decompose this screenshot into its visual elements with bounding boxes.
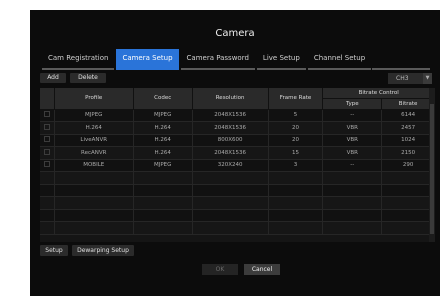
table-row[interactable]: LiveANVR H.264 800X600 20 VBR 1024 bbox=[40, 134, 435, 147]
header-type: Type bbox=[322, 98, 383, 110]
add-button[interactable]: Add bbox=[40, 73, 66, 83]
cell-frame-rate[interactable]: 20 bbox=[268, 121, 324, 135]
tab-bar: Cam Registration Camera Setup Camera Pas… bbox=[42, 49, 373, 70]
cell-codec[interactable]: H.264 bbox=[133, 121, 193, 135]
tab-camera-password[interactable]: Camera Password bbox=[180, 49, 255, 70]
setup-button[interactable]: Setup bbox=[40, 245, 68, 256]
ok-button[interactable]: OK bbox=[202, 264, 238, 275]
cell-codec[interactable]: MJPEG bbox=[133, 159, 193, 172]
header-bitrate: Bitrate bbox=[381, 98, 435, 110]
empty-row bbox=[40, 221, 435, 235]
cell-profile[interactable]: RecANVR bbox=[54, 146, 134, 160]
cell-profile[interactable]: H.264 bbox=[54, 121, 134, 135]
channel-select-value: CH3 bbox=[396, 75, 409, 82]
cell-codec[interactable]: H.264 bbox=[133, 134, 193, 147]
cell-frame-rate[interactable]: 5 bbox=[268, 109, 324, 122]
dewarping-setup-button[interactable]: Dewarping Setup bbox=[72, 245, 134, 256]
tab-cam-registration[interactable]: Cam Registration bbox=[42, 49, 115, 70]
cell-bitrate[interactable]: 1024 bbox=[381, 134, 435, 147]
cell-resolution[interactable]: 2048X1536 bbox=[192, 109, 269, 122]
profile-table: Profile Codec Resolution Frame Rate Bitr… bbox=[40, 88, 435, 242]
table-row[interactable]: MJPEG MJPEG 2048X1536 5 -- 6144 bbox=[40, 109, 435, 122]
cell-profile[interactable]: LiveANVR bbox=[54, 134, 134, 147]
cell-bitrate[interactable]: 290 bbox=[381, 159, 435, 172]
empty-row bbox=[40, 171, 435, 185]
header-profile: Profile bbox=[54, 88, 134, 110]
empty-row bbox=[40, 209, 435, 222]
header-resolution: Resolution bbox=[192, 88, 269, 110]
header-frame-rate: Frame Rate bbox=[268, 88, 324, 110]
delete-button[interactable]: Delete bbox=[70, 73, 106, 83]
select-column-header bbox=[40, 88, 55, 110]
cell-type[interactable]: VBR bbox=[322, 146, 383, 160]
cell-resolution[interactable]: 2048X1536 bbox=[192, 146, 269, 160]
channel-select[interactable]: CH3 ▼ bbox=[388, 73, 432, 84]
cell-bitrate[interactable]: 6144 bbox=[381, 109, 435, 122]
row-checkbox[interactable] bbox=[43, 123, 50, 130]
cell-bitrate[interactable]: 2150 bbox=[381, 146, 435, 160]
table-scrollbar[interactable] bbox=[429, 88, 435, 242]
table-row[interactable]: MOBILE MJPEG 320X240 3 -- 290 bbox=[40, 159, 435, 172]
header-bitrate-control: Bitrate Control bbox=[322, 88, 435, 99]
cell-frame-rate[interactable]: 20 bbox=[268, 134, 324, 147]
cell-frame-rate[interactable]: 15 bbox=[268, 146, 324, 160]
cell-profile[interactable]: MOBILE bbox=[54, 159, 134, 172]
cell-codec[interactable]: MJPEG bbox=[133, 109, 193, 122]
cancel-button[interactable]: Cancel bbox=[244, 264, 280, 275]
cell-type[interactable]: -- bbox=[322, 109, 383, 122]
row-checkbox[interactable] bbox=[43, 136, 50, 143]
tab-underline bbox=[372, 68, 430, 70]
scrollbar-thumb[interactable] bbox=[430, 104, 434, 234]
table-row[interactable]: RecANVR H.264 2048X1536 15 VBR 2150 bbox=[40, 146, 435, 160]
cell-profile[interactable]: MJPEG bbox=[54, 109, 134, 122]
cell-type[interactable]: VBR bbox=[322, 121, 383, 135]
row-checkbox[interactable] bbox=[43, 111, 50, 118]
empty-row bbox=[40, 184, 435, 197]
table-row[interactable]: H.264 H.264 2048X1536 20 VBR 2457 bbox=[40, 121, 435, 135]
row-checkbox[interactable] bbox=[43, 161, 50, 168]
tab-live-setup[interactable]: Live Setup bbox=[256, 49, 306, 70]
cell-codec-value: MJPEG bbox=[153, 112, 172, 119]
cell-type[interactable]: -- bbox=[322, 159, 383, 172]
cell-frame-rate[interactable]: 3 bbox=[268, 159, 324, 172]
cell-codec[interactable]: H.264 bbox=[133, 146, 193, 160]
tab-camera-setup[interactable]: Camera Setup bbox=[116, 49, 179, 70]
cell-bitrate[interactable]: 2457 bbox=[381, 121, 435, 135]
header-codec: Codec bbox=[133, 88, 193, 110]
camera-window: Camera Cam Registration Camera Setup Cam… bbox=[30, 10, 440, 296]
empty-row bbox=[40, 196, 435, 210]
cell-resolution[interactable]: 800X600 bbox=[192, 134, 269, 147]
tab-channel-setup[interactable]: Channel Setup bbox=[307, 49, 372, 70]
cell-resolution[interactable]: 2048X1536 bbox=[192, 121, 269, 135]
chevron-down-icon[interactable]: ▼ bbox=[423, 73, 432, 84]
row-checkbox[interactable] bbox=[43, 148, 50, 155]
cell-type[interactable]: VBR bbox=[322, 134, 383, 147]
window-title: Camera bbox=[215, 28, 255, 39]
cell-resolution[interactable]: 320X240 bbox=[192, 159, 269, 172]
